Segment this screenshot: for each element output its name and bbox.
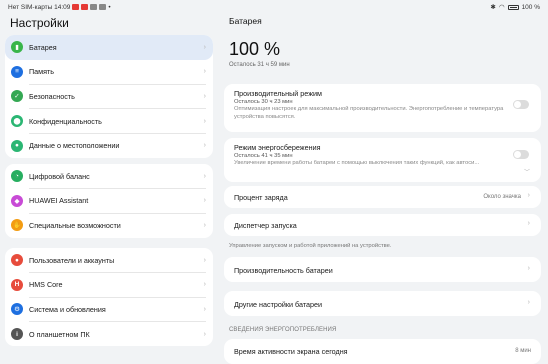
chevron-right-icon: ›	[203, 256, 206, 264]
power-saving-description: Увеличение времени работы батареи с помо…	[234, 160, 480, 166]
privacy-icon: ⬤	[11, 115, 23, 128]
sidebar-item-label: HMS Core	[29, 280, 63, 290]
sidebar-item[interactable]: ✓ Безопасность ›	[5, 84, 213, 109]
status-bar: Нет SIM-карты 14:09 • ✱ ◠ 100 %	[0, 0, 548, 14]
accessibility-icon: ✋	[11, 219, 23, 232]
screen-time-row[interactable]: Время активности экрана сегодня 8 мин	[224, 339, 541, 364]
app-title: Настройки	[10, 16, 69, 30]
sidebar-item[interactable]: ⬤ Конфиденциальность ›	[5, 109, 213, 134]
storage-icon: ≡	[11, 65, 23, 78]
battery-performance-row[interactable]: Производительность батареи ›	[224, 257, 541, 282]
settings-sidebar: Настройки ▮ Батарея › ≡ Память › ✓ Безопасность…	[0, 14, 218, 360]
performance-mode-card[interactable]: Производительный режим Осталось 30 ч 23 …	[224, 84, 541, 132]
settings-group-2: ◔ Цифровой баланс › ◆ HUAWEI Assistant › ✋ Спец…	[5, 164, 213, 238]
sidebar-item-label: О планшетном ПК	[29, 329, 90, 339]
settings-group-3: ● Пользователи и аккаунты › H HMS Core › ⚙ Сист…	[5, 248, 213, 347]
chevron-right-icon: ›	[527, 264, 530, 272]
chevron-right-icon: ›	[527, 298, 530, 306]
other-battery-settings-title: Другие настройки батареи	[234, 299, 323, 309]
chevron-right-icon: ›	[203, 117, 206, 125]
sidebar-item-label: Специальные возможности	[29, 220, 121, 230]
digital-balance-icon: ◔	[11, 170, 23, 183]
chevron-right-icon: ›	[203, 68, 206, 76]
chevron-right-icon: ›	[203, 43, 206, 51]
performance-mode-remaining: Осталось 30 ч 23 мин	[234, 99, 293, 105]
power-saving-remaining: Осталось 41 ч 35 мин	[234, 153, 293, 159]
performance-mode-title: Производительный режим	[234, 89, 322, 98]
battery-performance-title: Производительность батареи	[234, 265, 333, 275]
notification-icon-3	[90, 4, 98, 10]
status-time-text: Нет SIM-карты 14:09	[8, 3, 71, 11]
sidebar-item-label: Цифровой баланс	[29, 171, 90, 181]
sidebar-item[interactable]: ▮ Батарея ›	[5, 35, 213, 60]
performance-mode-description: Оптимизация настроек для максимальной пр…	[234, 106, 504, 120]
chevron-right-icon: ›	[203, 330, 206, 338]
screen-time-title: Время активности экрана сегодня	[234, 347, 348, 356]
assistant-icon: ◆	[11, 194, 23, 207]
battery-status-icon	[507, 4, 519, 10]
sidebar-item[interactable]: i О планшетном ПК ›	[5, 322, 213, 347]
wifi-icon: ◠	[498, 4, 505, 11]
hms-icon: H	[11, 278, 23, 291]
charge-percent-row[interactable]: Процент заряда Около значка ›	[224, 186, 541, 208]
notification-icon-2	[81, 4, 89, 10]
sidebar-item-label: Безопасность	[29, 91, 75, 101]
info-icon: i	[11, 328, 23, 341]
chevron-right-icon: ›	[203, 221, 206, 229]
bluetooth-icon: ✱	[490, 4, 496, 11]
chevron-right-icon: ›	[203, 281, 206, 289]
sidebar-item[interactable]: H HMS Core ›	[5, 273, 213, 298]
sidebar-item[interactable]: ◔ Цифровой баланс ›	[5, 164, 213, 189]
sidebar-item-label: Батарея	[29, 42, 57, 52]
chevron-right-icon: ›	[203, 92, 206, 100]
sidebar-item[interactable]: ◆ HUAWEI Assistant ›	[5, 189, 213, 214]
sidebar-item-label: Память	[29, 67, 55, 77]
sidebar-item-label: Пользователи и аккаунты	[29, 255, 115, 265]
page-title: Батарея	[229, 16, 262, 26]
sidebar-item[interactable]: ● Пользователи и аккаунты ›	[5, 248, 213, 273]
chevron-right-icon: ›	[203, 197, 206, 205]
power-saving-toggle[interactable]	[513, 150, 529, 159]
sidebar-item[interactable]: ✋ Специальные возможности ›	[5, 213, 213, 238]
screen-time-value: 8 мин	[515, 347, 531, 354]
notification-icon-4	[99, 4, 107, 10]
chevron-right-icon: ›	[527, 220, 530, 227]
settings-group-1: ▮ Батарея › ≡ Память › ✓ Безопасность › ⬤ Конфиден…	[5, 35, 213, 158]
location-icon: ●	[11, 139, 23, 152]
launch-manager-row[interactable]: Диспетчер запуска ›	[224, 214, 541, 236]
security-icon: ✓	[11, 90, 23, 103]
system-icon: ⚙	[11, 303, 23, 316]
notification-icon	[72, 4, 80, 10]
chevron-right-icon: ›	[203, 142, 206, 150]
section-label: СВЕДЕНИЯ ЭНЕРГОПОТРЕБЛЕНИЯ	[229, 327, 337, 333]
sidebar-item[interactable]: ≡ Память ›	[5, 60, 213, 85]
battery-percent: 100 %	[229, 39, 281, 59]
launch-manager-title: Диспетчер запуска	[234, 221, 297, 230]
more-notifications-icon: •	[108, 3, 111, 11]
sidebar-item-label: Конфиденциальность	[29, 116, 102, 126]
battery-icon: ▮	[11, 41, 23, 54]
power-saving-title: Режим энергосбережения	[234, 143, 321, 152]
power-saving-card[interactable]: Режим энергосбережения Осталось 41 ч 35 …	[224, 138, 541, 182]
charge-percent-title: Процент заряда	[234, 193, 288, 202]
sidebar-item-label: HUAWEI Assistant	[29, 196, 89, 206]
chevron-right-icon: ›	[203, 172, 206, 180]
battery-detail-pane: Батарея 100 % Осталось 31 ч 59 мин Произ…	[218, 14, 548, 364]
chevron-down-icon[interactable]: ﹀	[524, 167, 530, 176]
sidebar-item[interactable]: ⚙ Система и обновления ›	[5, 297, 213, 322]
other-battery-settings-row[interactable]: Другие настройки батареи ›	[224, 291, 541, 316]
chevron-right-icon: ›	[203, 305, 206, 313]
sidebar-item[interactable]: ● Данные о местоположении ›	[5, 133, 213, 158]
sidebar-item-label: Данные о местоположении	[29, 141, 120, 151]
chevron-right-icon: ›	[527, 192, 530, 199]
sidebar-item-label: Система и обновления	[29, 304, 106, 314]
charge-percent-value: Около значка	[483, 193, 521, 200]
user-icon: ●	[11, 254, 23, 267]
battery-remaining-time: Осталось 31 ч 59 мин	[229, 62, 290, 68]
performance-mode-toggle[interactable]	[513, 100, 529, 109]
battery-percent-text: 100 %	[521, 3, 540, 11]
launch-manager-hint: Управление запуском и работой приложений…	[229, 243, 392, 249]
